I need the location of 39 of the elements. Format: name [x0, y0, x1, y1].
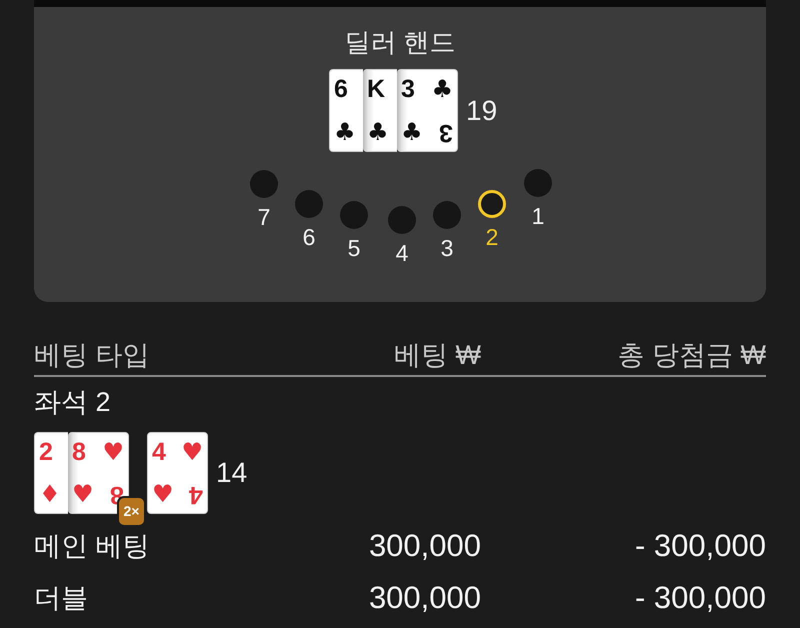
hand-score: 14: [216, 457, 248, 489]
card-rank: 8: [72, 440, 86, 465]
card-rank: K: [367, 77, 386, 102]
seat-title: 좌석 2: [34, 386, 112, 419]
bet-type: 더블: [34, 582, 89, 615]
column-header: 총 당첨금 ₩: [616, 339, 766, 372]
card-suit: ♣: [367, 120, 389, 145]
card-rank: 3: [439, 120, 453, 145]
dealer-hand-title: 딜러 핸드: [344, 26, 456, 58]
card-rank: 2: [39, 440, 53, 465]
seat-number: 7: [258, 204, 270, 230]
card-rank: 6: [334, 77, 348, 102]
card-suit: ♥: [102, 440, 124, 465]
seat-number: 1: [532, 203, 544, 229]
bet-amount: 300,000: [368, 527, 481, 565]
card-suit: ♥: [152, 482, 174, 507]
column-header: 베팅 ₩: [393, 339, 481, 372]
payout-amount: - 300,000: [634, 579, 766, 617]
payout-amount: - 300,000: [634, 527, 766, 565]
hand-score: 19: [466, 94, 498, 126]
card-rank: 4: [152, 440, 166, 465]
card-suit: ♦: [39, 482, 61, 507]
bet-type: 메인 베팅: [34, 530, 151, 563]
card-suit: ♥: [72, 482, 94, 507]
seat-number: 2: [486, 224, 498, 250]
card-suit: ♣: [334, 120, 356, 145]
card-suit: ♥: [181, 440, 203, 465]
seat-number: 4: [396, 240, 408, 266]
seat-circle-icon[interactable]: [478, 190, 506, 218]
seat-number: 3: [440, 235, 454, 261]
seat-number: 5: [348, 235, 360, 261]
double-badge: 2×: [119, 498, 144, 525]
card-rank: 4: [189, 482, 203, 507]
column-header: 베팅 타입: [34, 339, 151, 372]
bet-amount: 300,000: [368, 579, 481, 617]
card-suit: ♣: [401, 120, 423, 145]
card-rank: 3: [401, 77, 415, 102]
card-suit: ♣: [431, 77, 453, 102]
seat-number: 6: [302, 224, 316, 250]
